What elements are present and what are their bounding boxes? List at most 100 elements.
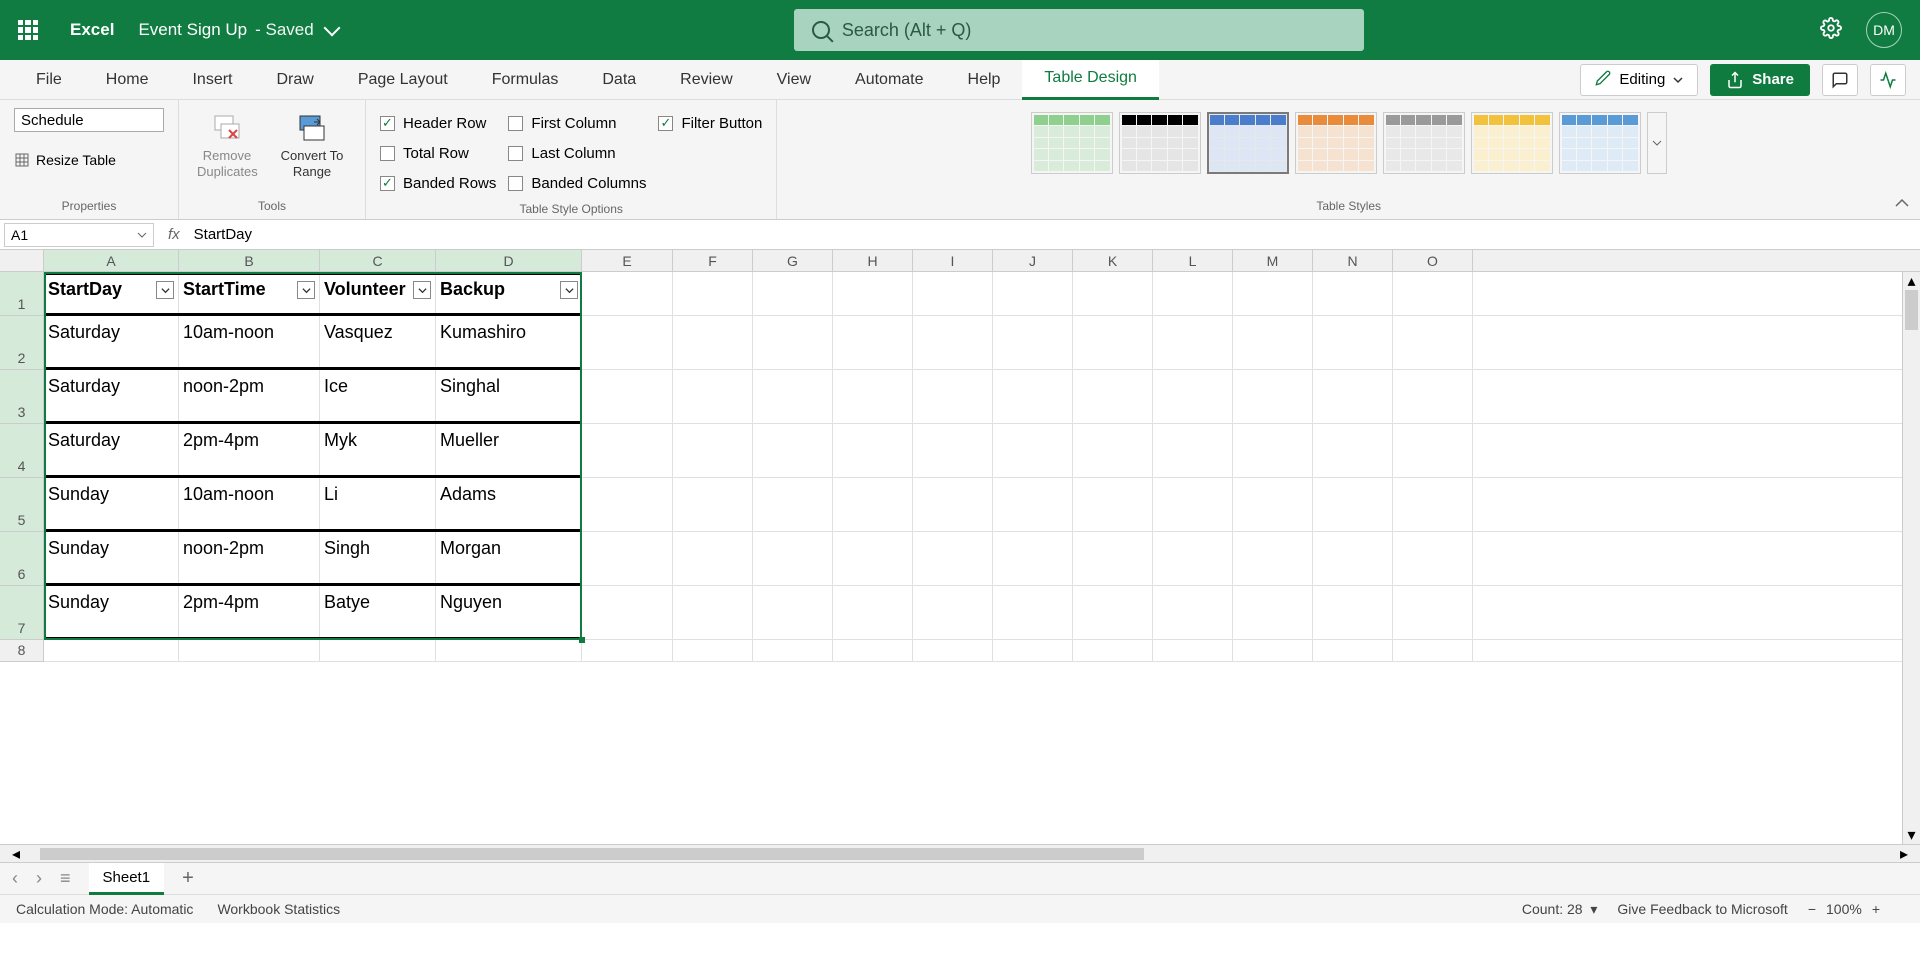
selection-count[interactable]: Count: 28 ▾ (1522, 901, 1598, 918)
row-header[interactable]: 8 (0, 640, 44, 662)
zoom-in-button[interactable]: + (1872, 901, 1880, 917)
activity-button[interactable] (1870, 64, 1906, 96)
add-sheet-button[interactable]: + (182, 867, 194, 890)
horizontal-scrollbar[interactable]: ◂ ▸ (0, 844, 1920, 862)
column-header[interactable]: L (1153, 250, 1233, 271)
sheet-list-icon[interactable]: ≡ (60, 868, 71, 889)
filter-dropdown-button[interactable] (297, 281, 315, 299)
ribbon-tab-table-design[interactable]: Table Design (1022, 60, 1159, 100)
sheet-next-icon[interactable]: › (36, 868, 42, 889)
ribbon-tab-page-layout[interactable]: Page Layout (336, 60, 470, 100)
scroll-thumb[interactable] (1905, 290, 1918, 330)
table-style-swatch[interactable] (1295, 112, 1377, 174)
table-cell[interactable]: noon-2pm (179, 370, 320, 421)
user-avatar[interactable]: DM (1866, 12, 1902, 48)
table-cell[interactable]: Nguyen (436, 586, 582, 637)
scroll-down-icon[interactable]: ▾ (1903, 826, 1920, 844)
table-cell[interactable]: Morgan (436, 532, 582, 583)
comments-button[interactable] (1822, 64, 1858, 96)
filter-dropdown-button[interactable] (156, 281, 174, 299)
table-cell[interactable]: Singhal (436, 370, 582, 421)
ribbon-tab-data[interactable]: Data (580, 60, 658, 100)
settings-icon[interactable] (1820, 17, 1842, 44)
column-header[interactable]: O (1393, 250, 1473, 271)
resize-table-button[interactable]: Resize Table (14, 152, 116, 168)
table-style-swatch[interactable] (1031, 112, 1113, 174)
calc-mode[interactable]: Calculation Mode: Automatic (16, 901, 193, 917)
ribbon-collapse-icon[interactable] (1894, 196, 1910, 217)
table-cell[interactable]: 10am-noon (179, 478, 320, 529)
name-box[interactable]: A1 (4, 223, 154, 247)
table-cell[interactable]: Vasquez (320, 316, 436, 367)
zoom-level[interactable]: 100% (1826, 901, 1862, 917)
ribbon-tab-draw[interactable]: Draw (254, 60, 335, 100)
table-header-cell[interactable]: StartTime (179, 275, 320, 313)
table-style-swatch[interactable] (1471, 112, 1553, 174)
app-launcher-icon[interactable] (18, 20, 38, 40)
spreadsheet-grid[interactable]: ABCDEFGHIJKLMNO 12345678 StartDayStartTi… (0, 250, 1920, 844)
fx-icon[interactable]: fx (168, 226, 180, 243)
total-row-checkbox[interactable]: Total Row (380, 138, 496, 168)
table-cell[interactable]: Batye (320, 586, 436, 637)
table-style-swatch[interactable] (1559, 112, 1641, 174)
column-header[interactable]: H (833, 250, 913, 271)
column-header[interactable]: K (1073, 250, 1153, 271)
row-header[interactable]: 3 (0, 370, 44, 424)
table-header-cell[interactable]: Backup (436, 275, 582, 313)
table-cell[interactable]: Sunday (44, 586, 179, 637)
table-cell[interactable]: 10am-noon (179, 316, 320, 367)
table-cell[interactable]: Singh (320, 532, 436, 583)
formula-input[interactable] (190, 223, 1920, 247)
row-header[interactable]: 1 (0, 272, 44, 316)
table-cell[interactable]: noon-2pm (179, 532, 320, 583)
filter-dropdown-button[interactable] (413, 281, 431, 299)
ribbon-tab-review[interactable]: Review (658, 60, 754, 100)
feedback-link[interactable]: Give Feedback to Microsoft (1617, 901, 1787, 917)
ribbon-tab-file[interactable]: File (14, 60, 84, 100)
table-cell[interactable]: Saturday (44, 424, 179, 475)
column-header[interactable]: N (1313, 250, 1393, 271)
search-input[interactable]: Search (Alt + Q) (794, 9, 1364, 51)
table-cell[interactable]: Mueller (436, 424, 582, 475)
table-cell[interactable]: 2pm-4pm (179, 586, 320, 637)
column-header[interactable]: G (753, 250, 833, 271)
editing-mode-button[interactable]: Editing (1580, 64, 1698, 96)
banded-rows-checkbox[interactable]: Banded Rows (380, 168, 496, 198)
table-style-swatch[interactable] (1207, 112, 1289, 174)
table-cell[interactable]: Saturday (44, 316, 179, 367)
column-header[interactable]: A (44, 250, 179, 271)
column-header[interactable]: I (913, 250, 993, 271)
gallery-more-button[interactable] (1647, 112, 1667, 174)
row-header[interactable]: 5 (0, 478, 44, 532)
table-cell[interactable]: Saturday (44, 370, 179, 421)
first-column-checkbox[interactable]: First Column (508, 108, 646, 138)
column-header[interactable]: J (993, 250, 1073, 271)
zoom-out-button[interactable]: − (1808, 901, 1816, 917)
row-header[interactable]: 7 (0, 586, 44, 640)
column-header[interactable]: M (1233, 250, 1313, 271)
table-cell[interactable]: Li (320, 478, 436, 529)
ribbon-tab-insert[interactable]: Insert (170, 60, 254, 100)
ribbon-tab-home[interactable]: Home (84, 60, 171, 100)
share-button[interactable]: Share (1710, 64, 1810, 96)
column-header[interactable]: D (436, 250, 582, 271)
column-header[interactable]: F (673, 250, 753, 271)
table-header-cell[interactable]: Volunteer (320, 275, 436, 313)
file-name[interactable]: Event Sign Up (138, 20, 247, 40)
table-cell[interactable]: 2pm-4pm (179, 424, 320, 475)
table-name-input[interactable] (14, 108, 164, 132)
row-header[interactable]: 4 (0, 424, 44, 478)
table-cell[interactable]: Adams (436, 478, 582, 529)
sheet-prev-icon[interactable]: ‹ (12, 868, 18, 889)
table-cell[interactable]: Myk (320, 424, 436, 475)
table-header-cell[interactable]: StartDay (44, 275, 179, 313)
column-header[interactable]: E (582, 250, 673, 271)
remove-duplicates-button[interactable]: Remove Duplicates (193, 108, 261, 183)
filter-dropdown-button[interactable] (560, 281, 578, 299)
hscroll-thumb[interactable] (40, 848, 1144, 860)
table-style-swatch[interactable] (1383, 112, 1465, 174)
convert-to-range-button[interactable]: Convert To Range (273, 108, 351, 183)
select-all-corner[interactable] (0, 250, 44, 271)
sheet-tab[interactable]: Sheet1 (89, 863, 165, 895)
table-cell[interactable]: Kumashiro (436, 316, 582, 367)
